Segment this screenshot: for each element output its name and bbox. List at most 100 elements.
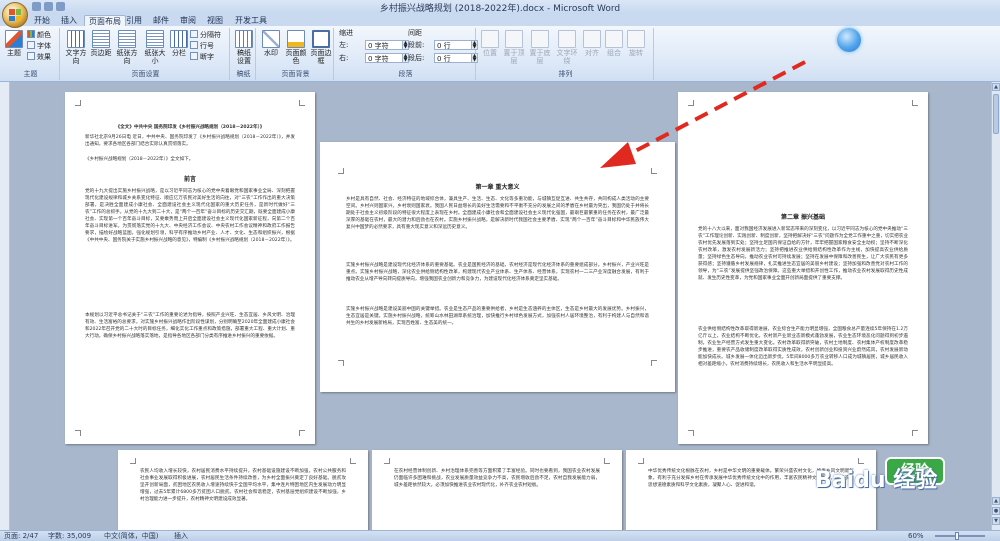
orientation-label: 纸张方向 xyxy=(116,49,138,65)
status-bar: 页面: 2/47 字数: 35,009 中文(简体，中国) 插入 60% xyxy=(0,530,1000,541)
columns-button[interactable]: 分栏 xyxy=(170,30,188,57)
margin-mark xyxy=(604,458,610,464)
line-numbers-button[interactable]: 行号 xyxy=(190,41,214,51)
colors-label: 颜色 xyxy=(37,31,51,39)
indent-left-input[interactable]: 0 字符 xyxy=(365,40,403,50)
text-wrap-button[interactable]: 文字环绕 xyxy=(554,30,580,65)
group-manuscript-name: 稿纸 xyxy=(236,70,251,78)
text-direction-button[interactable]: 文字方向 xyxy=(64,30,88,65)
tab-references[interactable]: 引用 xyxy=(122,15,146,26)
fonts-icon xyxy=(27,41,35,49)
spacing-header: 间距 xyxy=(408,29,422,37)
zoom-level[interactable]: 60% xyxy=(908,531,924,541)
watermark-button[interactable]: 水印 xyxy=(260,30,282,57)
send-back-icon xyxy=(531,30,549,48)
spacing-after-input[interactable]: 0 行 xyxy=(434,53,472,63)
orientation-button[interactable]: 纸张方向 xyxy=(114,30,140,65)
page-5[interactable]: 在农村经营体制创新、乡村治理体系完善等方面积累了丰富经验。同时也要看到，我国农业… xyxy=(372,450,622,530)
orientation-icon xyxy=(118,30,136,48)
spacing-after-label: 段后: xyxy=(408,54,425,62)
margins-button[interactable]: 页边距 xyxy=(90,30,112,57)
margin-mark xyxy=(688,100,694,106)
page-2-body: 乡村是具有自然、社会、经济特征的地域综合体，兼具生产、生活、生态、文化等多重功能… xyxy=(346,197,649,230)
prev-page-icon[interactable]: ▲ xyxy=(992,497,1000,505)
tab-home[interactable]: 开始 xyxy=(30,15,54,26)
page-2-body3: 实施乡村振兴战略是建设美丽中国的关键举措。农业是生态产品的重要供给者，乡村是生态… xyxy=(346,307,649,326)
fonts-button[interactable]: 字体 xyxy=(27,41,51,51)
zoom-slider-handle[interactable] xyxy=(955,532,959,540)
page-4-body: 农民人均收入增长较快，农村居民消费水平持续提升，农村基础设施建设不断加强，农村公… xyxy=(140,469,346,502)
save-icon[interactable] xyxy=(32,2,41,11)
group-paragraph: 缩进 间距 左: 0 字符 ▲ ▼ 右: 0 字符 ▲ ▼ 段前: 0 行 ▲ ▼ 段后: 0 行 ▲… xyxy=(336,28,478,80)
indent-right-field[interactable]: 右: 0 字符 ▲ ▼ xyxy=(339,53,409,63)
undo-icon[interactable] xyxy=(44,2,53,11)
columns-icon xyxy=(170,30,188,48)
size-button[interactable]: 纸张大小 xyxy=(142,30,168,65)
size-icon xyxy=(146,30,164,48)
spacing-before-field[interactable]: 段前: 0 行 ▲ ▼ xyxy=(408,40,478,50)
hyphenation-button[interactable]: 断字 xyxy=(190,52,214,62)
spacing-after-field[interactable]: 段后: 0 行 ▲ ▼ xyxy=(408,53,478,63)
effects-button[interactable]: 效果 xyxy=(27,52,51,62)
effects-label: 效果 xyxy=(37,53,51,61)
page-3[interactable]: 第二章 振兴基础 党的十八大以来，面对我国经济发展进入新常态带来的深刻变化，以习… xyxy=(678,92,928,444)
office-button[interactable] xyxy=(2,2,28,28)
tab-insert[interactable]: 插入 xyxy=(57,15,81,26)
page-3-body: 党的十八大以来，面对我国经济发展进入新常态带来的深刻变化，以习近平同志为核心的党… xyxy=(698,227,908,281)
align-label: 对齐 xyxy=(585,49,599,57)
position-button[interactable]: 位置 xyxy=(480,30,500,57)
indent-right-input[interactable]: 0 字符 xyxy=(365,53,403,63)
margin-mark xyxy=(638,458,644,464)
text-direction-label: 文字方向 xyxy=(65,49,87,65)
bring-front-label: 置于顶层 xyxy=(503,49,525,65)
status-mode[interactable]: 插入 xyxy=(174,531,188,541)
spacing-before-input[interactable]: 0 行 xyxy=(434,40,472,50)
tab-mailings[interactable]: 邮件 xyxy=(149,15,173,26)
page-2[interactable]: 第一章 重大意义 乡村是具有自然、社会、经济特征的地域综合体，兼具生产、生活、生… xyxy=(320,142,675,392)
page-1-header-line: 《全文》中共中央 国务院印发《乡村振兴战略规划（2018－2022年）》 xyxy=(115,125,265,130)
status-language[interactable]: 中文(简体，中国) xyxy=(104,531,158,541)
spacing-before-label: 段前: xyxy=(408,41,425,49)
send-back-button[interactable]: 置于底层 xyxy=(528,30,552,65)
manuscript-button[interactable]: 稿纸设置 xyxy=(234,30,254,65)
tab-review[interactable]: 审阅 xyxy=(176,15,200,26)
columns-label: 分栏 xyxy=(172,49,186,57)
breaks-button[interactable]: 分隔符 xyxy=(190,30,221,40)
scroll-up-icon[interactable]: ▲ xyxy=(992,83,1000,91)
redo-icon[interactable] xyxy=(56,2,65,11)
group-page-background-name: 页面背景 xyxy=(281,70,310,78)
page-1-intro: 新华社北京9月26日电 近日，中共中央、国务院印发了《乡村振兴战略规划（2018… xyxy=(85,135,295,147)
status-words[interactable]: 字数: 35,009 xyxy=(48,531,91,541)
text-wrap-icon xyxy=(558,30,576,48)
vertical-scrollbar[interactable]: ▲ ▲ ● ▼ xyxy=(991,82,1000,530)
page-borders-button[interactable]: 页面边框 xyxy=(310,30,332,65)
manuscript-icon xyxy=(235,30,253,48)
indent-left-field[interactable]: 左: 0 字符 ▲ ▼ xyxy=(339,40,409,50)
group-theme: 主题 颜色 字体 效果 主题 xyxy=(2,28,60,80)
next-page-icon[interactable]: ▼ xyxy=(992,517,1000,525)
tab-developer[interactable]: 开发工具 xyxy=(231,15,271,26)
scroll-thumb[interactable] xyxy=(993,94,999,134)
theme-button[interactable]: 主题 xyxy=(5,30,23,57)
margin-mark xyxy=(384,458,390,464)
tab-view[interactable]: 视图 xyxy=(203,15,227,26)
page-borders-icon xyxy=(312,30,330,48)
group-icon xyxy=(605,30,623,48)
colors-button[interactable]: 颜色 xyxy=(27,30,51,40)
tab-page-layout[interactable]: 页面布局 xyxy=(84,15,126,26)
margin-mark xyxy=(130,458,136,464)
status-page[interactable]: 页面: 2/47 xyxy=(4,531,38,541)
align-button[interactable]: 对齐 xyxy=(582,30,602,57)
bring-front-button[interactable]: 置于顶层 xyxy=(502,30,526,65)
zoom-slider[interactable] xyxy=(935,535,985,537)
margin-mark xyxy=(688,430,694,436)
margins-label: 页边距 xyxy=(90,49,112,57)
margin-mark xyxy=(912,100,918,106)
page-color-button[interactable]: 页面颜色 xyxy=(284,30,308,65)
breaks-label: 分隔符 xyxy=(200,31,221,39)
rotate-button[interactable]: 旋转 xyxy=(626,30,646,57)
page-1[interactable]: 《全文》中共中央 国务院印发《乡村振兴战略规划（2018－2022年）》 新华社… xyxy=(65,92,315,444)
group-objects-button[interactable]: 组合 xyxy=(604,30,624,57)
page-4[interactable]: 农民人均收入增长较快，农村居民消费水平持续提升，农村基础设施建设不断加强，农村公… xyxy=(118,450,368,530)
browse-object-icon[interactable]: ● xyxy=(992,507,1000,515)
